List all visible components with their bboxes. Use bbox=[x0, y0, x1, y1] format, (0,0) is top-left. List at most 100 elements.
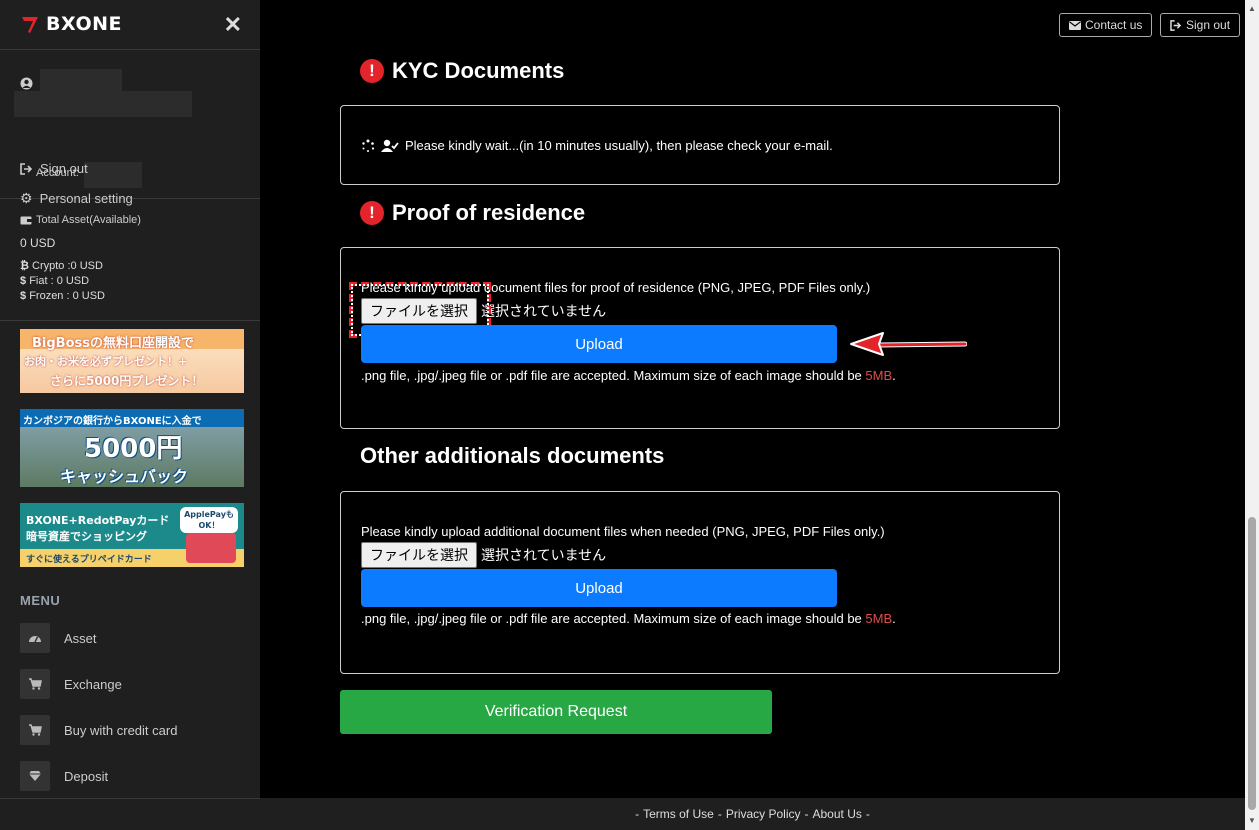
sidebar-item-label: Buy with credit card bbox=[64, 722, 178, 738]
diamond-icon bbox=[20, 761, 50, 791]
sign-out-label: Sign out bbox=[40, 161, 88, 176]
kyc-section-title: ! KYC Documents bbox=[360, 58, 564, 84]
additional-title-text: Other additionals documents bbox=[360, 443, 665, 468]
exclamation-icon: ! bbox=[360, 59, 384, 83]
residence-upload-button[interactable]: Upload bbox=[361, 325, 837, 363]
total-asset-title: Total Asset(Available) bbox=[20, 214, 141, 226]
additional-upload-card: Please kindly upload additional document… bbox=[340, 491, 1060, 674]
sidebar-item-label: Asset bbox=[64, 630, 97, 646]
kyc-status-message: Please kindly wait...(in 10 minutes usua… bbox=[405, 138, 833, 153]
file-status: 選択されていません bbox=[481, 303, 607, 319]
close-sidebar-icon[interactable]: ✕ bbox=[224, 12, 242, 38]
additional-file-input[interactable]: ファイルを選択 選択されていません bbox=[361, 542, 606, 568]
card-image bbox=[186, 533, 236, 563]
contact-us-label: Contact us bbox=[1085, 18, 1143, 32]
kyc-status-card: Please kindly wait...(in 10 minutes usua… bbox=[340, 105, 1060, 185]
total-asset-label: Total Asset(Available) bbox=[36, 214, 141, 226]
asset-panel: Total Asset(Available) 0 USD ₿ Crypto :0… bbox=[0, 199, 260, 321]
fiat-asset-line: $ Fiat : 0 USD bbox=[20, 275, 89, 287]
banner-line: 5000円 bbox=[84, 434, 183, 464]
residence-section-title: ! Proof of residence bbox=[360, 200, 585, 226]
footer-separator: - bbox=[717, 807, 722, 821]
contact-us-button[interactable]: Contact us bbox=[1059, 13, 1153, 37]
envelope-icon bbox=[1069, 20, 1081, 30]
cart-icon bbox=[20, 715, 50, 745]
header-sign-out-button[interactable]: Sign out bbox=[1160, 13, 1241, 37]
residence-hint: .png file, .jpg/.jpeg file or .pdf file … bbox=[361, 368, 896, 383]
wallet-icon bbox=[20, 216, 32, 225]
about-us-link[interactable]: About Us bbox=[813, 807, 862, 821]
promo-banner-bigboss[interactable]: BigBossの無料口座開設で お肉・お米を必ずプレゼント！+ さらに5000円… bbox=[20, 329, 244, 393]
hint-end: . bbox=[892, 368, 896, 383]
user-panel: Account: ⚙ Personal setting bbox=[0, 50, 260, 206]
sidebar-item-exchange[interactable]: Exchange bbox=[20, 669, 122, 699]
scroll-up-arrow-icon[interactable]: ▲ bbox=[1248, 4, 1256, 13]
footer-separator: - bbox=[804, 807, 809, 821]
top-bar: Contact us Sign out bbox=[260, 0, 1245, 50]
sidebar-divider bbox=[0, 798, 260, 799]
banner-line: すぐに使えるプリペイドカード bbox=[26, 555, 152, 565]
additional-section-title: Other additionals documents bbox=[360, 443, 664, 469]
max-size-value: 5MB bbox=[865, 368, 893, 383]
user-circle-icon bbox=[20, 77, 33, 90]
banner-line: キャッシュバック bbox=[60, 467, 189, 486]
redacted-email bbox=[14, 91, 192, 117]
sidebar-item-buy-credit-card[interactable]: Buy with credit card bbox=[20, 715, 177, 745]
residence-upload-card: Please kindly upload document files for … bbox=[340, 247, 1060, 429]
main-content: ! KYC Documents Please kindly wait...(in… bbox=[260, 50, 1245, 798]
redacted-username bbox=[40, 69, 122, 91]
sidebar-item-deposit[interactable]: Deposit bbox=[20, 761, 108, 791]
dollar-icon: $ bbox=[20, 275, 27, 287]
scroll-down-arrow-icon[interactable]: ▼ bbox=[1248, 816, 1256, 825]
terms-of-use-link[interactable]: Terms of Use bbox=[643, 807, 714, 821]
banner-line: お肉・お米を必ずプレゼント！+ bbox=[24, 355, 188, 368]
hint-end: . bbox=[892, 611, 896, 626]
crypto-asset-value: Crypto :0 USD bbox=[32, 260, 103, 272]
banner-line: さらに5000円プレゼント！ bbox=[50, 374, 204, 388]
exclamation-icon: ! bbox=[360, 201, 384, 225]
page-scrollbar[interactable]: ▲ ▼ bbox=[1245, 0, 1259, 830]
sidebar-item-asset[interactable]: Asset bbox=[20, 623, 97, 653]
additional-upload-button[interactable]: Upload bbox=[361, 569, 837, 607]
gauge-icon bbox=[20, 623, 50, 653]
spinner-icon bbox=[362, 139, 375, 152]
sidebar: BXONE ✕ Account: ⚙ Personal setting Sign… bbox=[0, 0, 260, 830]
fiat-asset-value: Fiat : 0 USD bbox=[29, 275, 90, 287]
privacy-policy-link[interactable]: Privacy Policy bbox=[726, 807, 801, 821]
sign-out-icon bbox=[20, 162, 33, 175]
promo-banner-redotpay[interactable]: BXONE+RedotPayカード 暗号資産でショッピング すぐに使えるプリペイ… bbox=[20, 503, 244, 567]
file-status: 選択されていません bbox=[481, 547, 607, 563]
sidebar-sign-out-link[interactable]: Sign out bbox=[20, 161, 88, 176]
footer-separator: - bbox=[865, 807, 870, 821]
hint-text: .png file, .jpg/.jpeg file or .pdf file … bbox=[361, 368, 866, 383]
footer-separator: - bbox=[635, 807, 640, 821]
choose-file-button[interactable]: ファイルを選択 bbox=[361, 542, 477, 568]
kyc-title-text: KYC Documents bbox=[392, 58, 565, 83]
additional-hint: .png file, .jpg/.jpeg file or .pdf file … bbox=[361, 611, 896, 626]
banner-badge: ApplePayも OK！ bbox=[180, 507, 238, 533]
cart-icon bbox=[20, 669, 50, 699]
arrow-left-icon bbox=[850, 332, 967, 356]
max-size-value: 5MB bbox=[865, 611, 893, 626]
banner-line: 暗号資産でショッピング bbox=[26, 530, 147, 543]
sidebar-item-label: Exchange bbox=[64, 676, 122, 692]
user-check-icon bbox=[381, 139, 399, 152]
total-asset-value: 0 USD bbox=[20, 236, 56, 250]
redacted-account-id bbox=[84, 162, 142, 188]
menu-heading: MENU bbox=[20, 593, 61, 608]
brand-logo[interactable]: BXONE bbox=[20, 13, 122, 35]
hint-text: .png file, .jpg/.jpeg file or .pdf file … bbox=[361, 611, 866, 626]
banner-line: カンボジアの銀行からBXONEに入金で bbox=[23, 416, 202, 427]
kyc-status-line: Please kindly wait...(in 10 minutes usua… bbox=[361, 138, 833, 153]
promo-banner-cambodia[interactable]: カンボジアの銀行からBXONEに入金で 5000円 キャッシュバック bbox=[20, 409, 244, 487]
dollar-icon: $ bbox=[20, 290, 27, 302]
sign-out-label: Sign out bbox=[1186, 18, 1231, 32]
scrollbar-thumb[interactable] bbox=[1248, 517, 1256, 810]
residence-title-text: Proof of residence bbox=[392, 200, 586, 225]
banner-line: BigBossの無料口座開設で bbox=[32, 336, 194, 351]
brand-name: BXONE bbox=[46, 13, 122, 35]
footer: - Terms of Use - Privacy Policy - About … bbox=[260, 798, 1245, 830]
sidebar-header: BXONE ✕ bbox=[0, 0, 260, 50]
verification-request-button[interactable]: Verification Request bbox=[340, 690, 772, 734]
frozen-asset-line: $ Frozen : 0 USD bbox=[20, 290, 105, 302]
